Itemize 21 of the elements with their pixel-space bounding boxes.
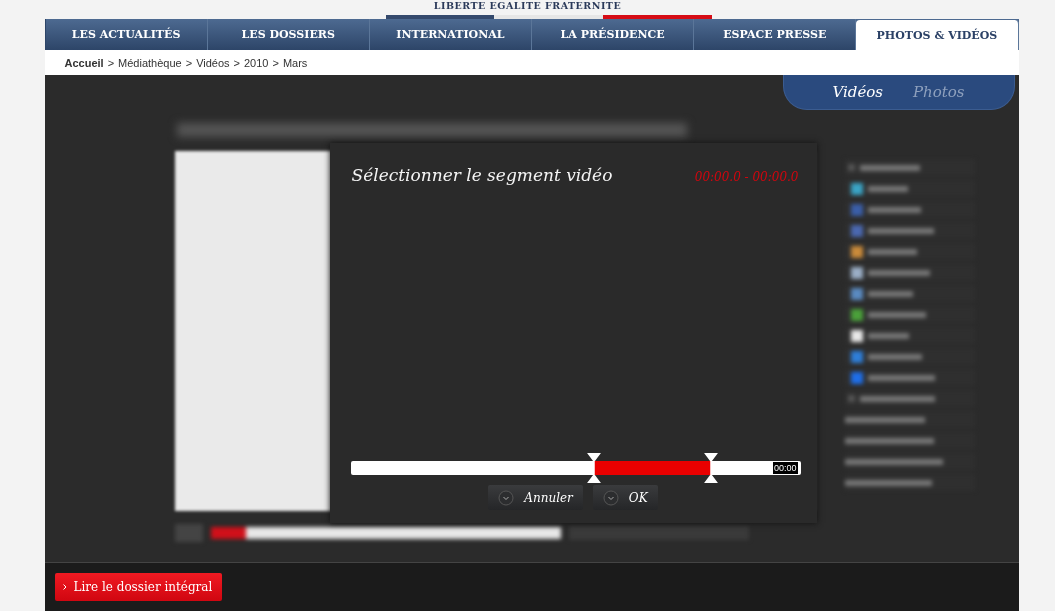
- dialog-title: Sélectionner le segment vidéo: [351, 165, 613, 185]
- time-range: 00:00.0 - 00:00.0: [694, 170, 799, 184]
- breadcrumb-link[interactable]: Vidéos: [196, 56, 230, 69]
- motto: LIBERTE EGALITE FRATERNITE: [433, 0, 622, 13]
- chevron-icon: [62, 584, 67, 590]
- nav-tab[interactable]: PHOTOS & VIDÉOS: [856, 20, 1019, 50]
- dialog-button[interactable]: OK: [592, 485, 658, 510]
- dialog-button[interactable]: Annuler: [488, 485, 583, 510]
- breadcrumb-link[interactable]: 2010: [244, 56, 269, 69]
- breadcrumb-link[interactable]: Mars: [282, 56, 308, 69]
- segment-handle[interactable]: [586, 453, 601, 483]
- breadcrumb-link[interactable]: Médiathèque: [118, 56, 182, 69]
- read-dossier-button[interactable]: Lire le dossier intégral: [54, 573, 223, 601]
- time-label: 00:00: [772, 462, 798, 474]
- breadcrumb-separator: >: [233, 56, 240, 69]
- breadcrumb-separator: >: [107, 56, 115, 69]
- breadcrumb-link[interactable]: Accueil: [64, 56, 104, 69]
- media-tab[interactable]: Vidéos: [832, 83, 883, 101]
- breadcrumb-separator: >: [272, 56, 279, 69]
- breadcrumb-separator: >: [185, 56, 193, 69]
- segment-handle[interactable]: [703, 453, 718, 483]
